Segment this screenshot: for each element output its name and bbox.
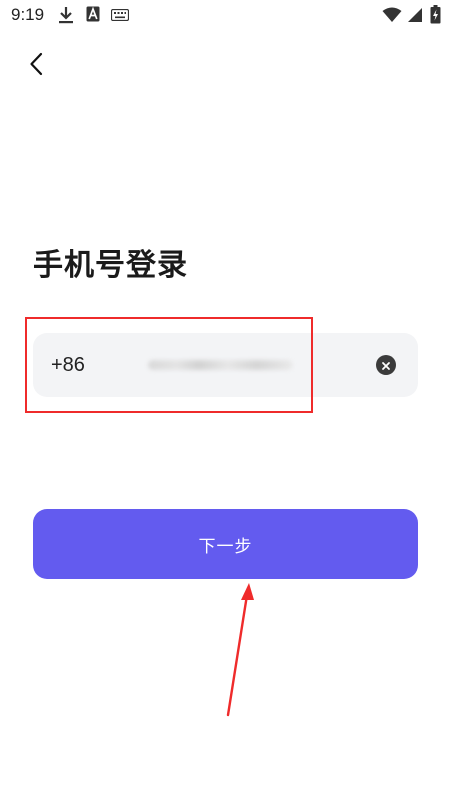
phone-number-redacted (148, 360, 293, 370)
clear-icon (381, 356, 391, 375)
battery-icon (430, 5, 441, 24)
status-bar: 9:19 (0, 0, 450, 30)
download-icon (58, 6, 74, 24)
status-time: 9:19 (11, 5, 45, 24)
phone-field: +86 (33, 333, 418, 397)
back-button[interactable] (20, 50, 52, 82)
wifi-icon (382, 7, 402, 23)
next-button[interactable]: 下一步 (33, 509, 418, 579)
keyboard-icon (111, 9, 129, 21)
page-title: 手机号登录 (33, 248, 188, 283)
chevron-left-icon (29, 52, 43, 80)
arrow-annotation (226, 583, 254, 717)
a-icon (86, 6, 100, 22)
clear-button[interactable] (376, 355, 396, 375)
signal-icon (407, 7, 423, 23)
country-code[interactable]: +86 (51, 354, 85, 377)
